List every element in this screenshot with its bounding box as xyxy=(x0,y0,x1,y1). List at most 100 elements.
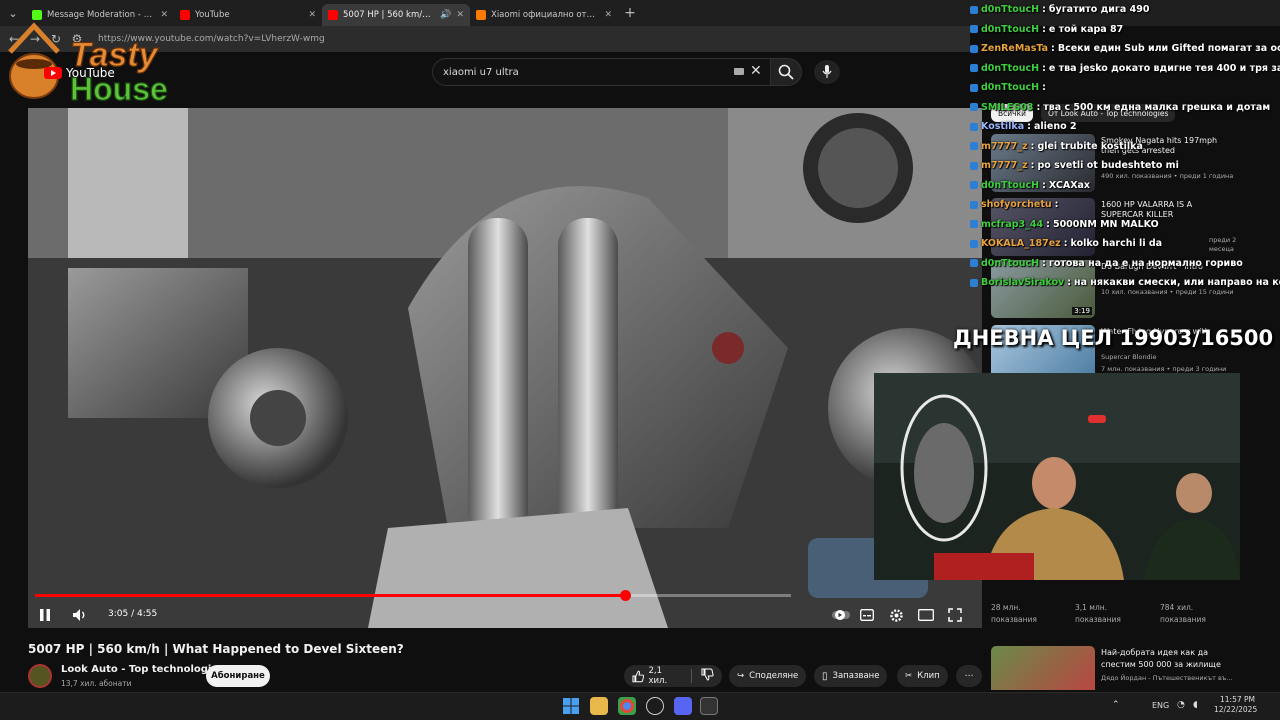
chat-message: Kostilka: alieno 2 xyxy=(970,117,1280,137)
subtitles-button[interactable] xyxy=(860,604,874,626)
chat-separator: : xyxy=(1042,179,1046,191)
like-button[interactable]: 2,1 хил. xyxy=(632,666,682,686)
chat-text: XCAXax xyxy=(1048,179,1091,191)
youtube-logo[interactable]: YouTube xyxy=(44,66,115,80)
recommended-video[interactable]: Най-добрата идея как да спестим 500 000 … xyxy=(991,646,1241,690)
close-tab-icon[interactable]: ✕ xyxy=(308,10,316,20)
chat-separator: : xyxy=(1036,101,1041,113)
chat-separator: : xyxy=(1051,43,1055,55)
thumbs-up-icon xyxy=(632,670,645,682)
chat-username: d0nTtoucH xyxy=(981,23,1040,35)
video-thumbnail xyxy=(991,646,1095,690)
video-progress-bar[interactable] xyxy=(35,590,791,601)
grid-video-views: 3,1 млн. xyxy=(1075,603,1108,612)
chrome-icon[interactable] xyxy=(618,697,636,715)
volume-button[interactable] xyxy=(72,604,88,626)
theater-mode-button[interactable] xyxy=(918,604,934,626)
tab-title: Xiaomi официално откри цен xyxy=(491,10,599,20)
browser-tab[interactable]: Xiaomi официално откри цен ✕ xyxy=(470,4,618,26)
streamer-webcam xyxy=(874,373,1240,580)
chat-badge-icon xyxy=(970,5,978,14)
browser-tab[interactable]: YouTube ✕ xyxy=(174,4,322,26)
new-tab-button[interactable]: + xyxy=(618,5,642,21)
chat-username: KOKALA_187ez xyxy=(981,238,1061,250)
chat-text: на някакви смески, или направо на ке xyxy=(1074,277,1280,289)
discord-icon[interactable] xyxy=(674,697,692,715)
clock-time[interactable]: 11:57 PM xyxy=(1220,695,1255,704)
chat-message: BorislavSirakov: на някакви смески, или н… xyxy=(970,273,1280,293)
progress-scrubber-handle[interactable] xyxy=(619,590,631,601)
screen-root: { "browser": { "tabs": [ {"title": "Mess… xyxy=(0,0,1280,720)
chat-badge-icon xyxy=(970,64,978,73)
grid-video[interactable]: Sixteen in ... 28 млн. показвания xyxy=(991,573,1071,627)
clip-button[interactable]: ✂ Клип xyxy=(897,665,948,687)
chat-badge-icon xyxy=(970,83,978,92)
network-icon[interactable]: ◔ xyxy=(1177,700,1185,710)
bookmark-icon: ▯ xyxy=(822,670,828,682)
chat-username: d0nTtoucH xyxy=(981,179,1040,191)
youtube-play-icon xyxy=(44,67,62,79)
news-favicon-icon xyxy=(476,10,486,20)
chat-username: m7777_z xyxy=(981,140,1028,152)
tab-title: 5007 HP | 560 km/h | What xyxy=(343,10,435,20)
chat-text: 5000NM MN MALKO xyxy=(1052,218,1159,230)
more-actions-button[interactable]: ⋯ xyxy=(956,665,982,687)
keyboard-icon[interactable] xyxy=(734,68,744,75)
autoplay-toggle[interactable] xyxy=(832,604,850,626)
chat-username: mcfrap3_44 xyxy=(981,218,1044,230)
chat-badge-icon xyxy=(970,25,978,34)
chat-badge-icon xyxy=(970,142,978,151)
dislike-button[interactable] xyxy=(701,668,714,684)
obs-icon[interactable] xyxy=(646,697,664,715)
voice-search-button[interactable] xyxy=(814,60,840,84)
share-button[interactable]: ↪ Споделяне xyxy=(729,665,807,687)
clear-search-icon[interactable]: ✕ xyxy=(750,63,762,79)
chat-username: d0nTtoucH xyxy=(981,62,1040,74)
search-input[interactable]: xiaomi u7 ultra xyxy=(432,58,772,86)
thumbs-down-icon xyxy=(701,668,714,681)
chat-badge-icon xyxy=(970,259,978,268)
grid-video[interactable]: vs Twin ... 784 хил. показвания xyxy=(1160,573,1240,627)
chat-separator: : xyxy=(1042,62,1046,74)
terminal-icon[interactable] xyxy=(700,697,718,715)
save-label: Запазване xyxy=(832,671,880,681)
channel-name[interactable]: Look Auto - Top technologies xyxy=(61,664,224,675)
tray-overflow-icon[interactable]: ⌃ xyxy=(1112,700,1120,710)
chat-text: е тва jesko докато вдигне тея 400 и тря … xyxy=(1048,62,1280,74)
settings-button[interactable] xyxy=(889,604,904,626)
clock-date[interactable]: 12/22/2025 xyxy=(1214,705,1257,714)
chat-separator: : xyxy=(1067,277,1072,289)
channel-avatar[interactable] xyxy=(28,664,52,688)
like-count: 2,1 хил. xyxy=(648,666,668,686)
volume-tray-icon[interactable]: ◖ xyxy=(1193,700,1198,710)
video-player[interactable] xyxy=(28,108,982,628)
close-tab-icon[interactable]: ✕ xyxy=(604,10,612,20)
browser-tab-active[interactable]: 5007 HP | 560 km/h | What 🔊 ✕ xyxy=(322,4,470,26)
chat-username: ZenReMasTa xyxy=(981,43,1049,55)
chat-message: KOKALA_187ez: kolko harchi li da xyxy=(970,234,1280,254)
daily-goal-counter: ДНЕВНА ЦЕЛ 19903/16500 xyxy=(953,326,1274,350)
speaker-icon[interactable]: 🔊 xyxy=(440,10,451,20)
fullscreen-button[interactable] xyxy=(948,604,962,626)
pause-button[interactable] xyxy=(38,604,52,626)
chat-separator: : xyxy=(1042,4,1046,16)
theater-mode-icon xyxy=(918,609,934,621)
clip-label: Клип xyxy=(917,671,940,681)
grid-video[interactable]: Sixteen Wa... 3,1 млн. показвания xyxy=(1075,573,1155,627)
chat-username: shofyorchetu xyxy=(981,199,1052,211)
search-button[interactable] xyxy=(770,58,802,86)
chat-message: d0nTtoucH: XCAXax xyxy=(970,176,1280,196)
pill-divider xyxy=(691,669,692,683)
chat-username: m7777_z xyxy=(981,160,1028,172)
save-button[interactable]: ▯ Запазване xyxy=(814,665,888,687)
chat-text: бугатито дига 490 xyxy=(1048,4,1150,16)
close-tab-icon[interactable]: ✕ xyxy=(456,10,464,20)
fullscreen-icon xyxy=(948,608,962,622)
subtitles-icon xyxy=(860,609,874,621)
chat-message: shofyorchetu: xyxy=(970,195,1280,215)
subscribe-button[interactable]: Абониране xyxy=(206,665,270,687)
share-icon: ↪ xyxy=(737,671,745,681)
file-explorer-icon[interactable] xyxy=(590,697,608,715)
input-language[interactable]: ENG xyxy=(1152,701,1169,710)
windows-start-icon[interactable] xyxy=(562,697,580,715)
